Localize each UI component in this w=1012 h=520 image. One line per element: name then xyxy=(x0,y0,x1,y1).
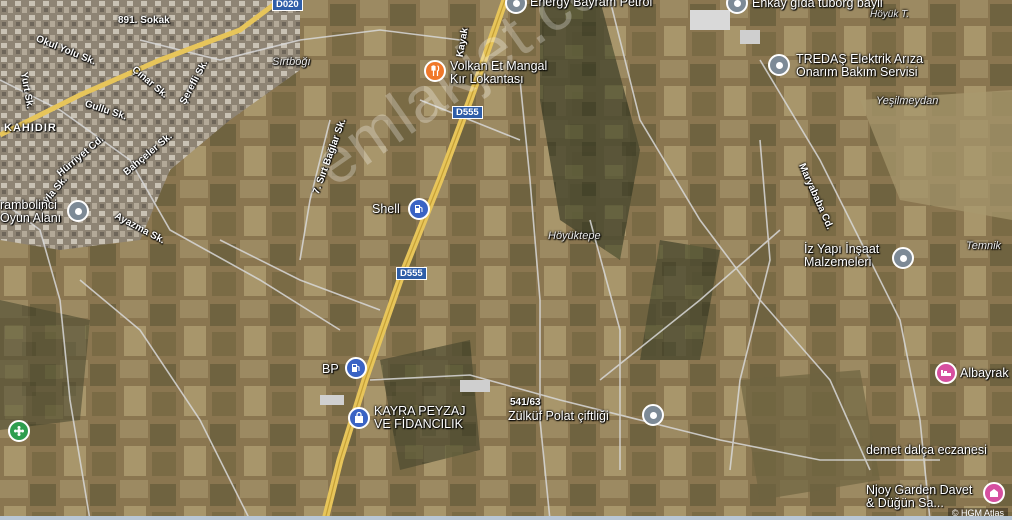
shopping-bag-icon xyxy=(355,412,363,423)
poi-label-zulkuf[interactable]: Zülküf Polat çiftliği xyxy=(508,410,609,423)
venue-icon xyxy=(990,489,998,497)
poi-label-bp[interactable]: BP xyxy=(322,363,339,376)
park-flower-icon xyxy=(14,426,24,436)
place-marker-icon xyxy=(74,207,82,215)
poi-label-demet[interactable]: demet dalça eczanesi xyxy=(866,444,987,457)
bottom-strip xyxy=(0,516,1012,520)
poi-label-kayra[interactable]: KAYRA PEYZAJ VE FİDANCILIK xyxy=(374,405,465,431)
poi-bp[interactable] xyxy=(345,357,367,379)
fuel-station-icon xyxy=(352,364,360,372)
poi-park[interactable] xyxy=(8,420,30,442)
poi-label-line: Oyun Alanı xyxy=(0,211,62,225)
poi-label-albayrak[interactable]: Albayrak xyxy=(960,367,1009,380)
restaurant-icon xyxy=(431,65,440,76)
poi-kayra[interactable] xyxy=(348,407,370,429)
poi-label-line: VE FİDANCILIK xyxy=(374,417,463,431)
poi-shell[interactable] xyxy=(408,198,430,220)
poi-tredas[interactable] xyxy=(768,54,790,76)
place-label: Temnik xyxy=(966,240,1002,252)
poi-label-oyun-alani[interactable]: rambolinci Oyun Alanı xyxy=(0,199,61,225)
hotel-bed-icon xyxy=(941,370,951,376)
poi-njoy[interactable] xyxy=(983,482,1005,504)
road-shield-d555: D555 xyxy=(396,267,427,280)
poi-label-iz-yapi[interactable]: İz Yapı İnşaat Malzemeleri xyxy=(804,243,879,269)
poi-label-line: Malzemeleri xyxy=(804,255,872,269)
place-label: Sırtboğı xyxy=(272,56,311,68)
road-shield-d555: D555 xyxy=(452,106,483,119)
poi-label-volkan[interactable]: Volkan Et Mangal Kır Lokantası xyxy=(450,60,547,86)
poi-label-tredas[interactable]: TREDAŞ Elektrik Arıza Onarım Bakım Servi… xyxy=(796,53,923,79)
place-label: Yeşilmeydan xyxy=(876,95,939,107)
poi-label-energy[interactable]: Energy Bayram Petrol xyxy=(530,0,652,9)
poi-iz-yapi[interactable] xyxy=(892,247,914,269)
place-marker-icon xyxy=(512,0,520,7)
poi-zulkuf[interactable] xyxy=(642,404,664,426)
poi-label-shell[interactable]: Shell xyxy=(372,203,400,216)
poi-label-line: Onarım Bakım Servisi xyxy=(796,65,918,79)
poi-label-enkay[interactable]: Enkay gıda tuborg bayii xyxy=(752,0,883,10)
poi-label-line: Kır Lokantası xyxy=(450,72,524,86)
fuel-station-icon xyxy=(415,205,423,213)
poi-oyun-alani[interactable] xyxy=(67,200,89,222)
poi-albayrak[interactable] xyxy=(935,362,957,384)
road-shield-d020: D020 xyxy=(272,0,303,11)
map-canvas[interactable]: emlakjet.com D020 D555 D555 891. Sokak O… xyxy=(0,0,1012,520)
poi-volkan[interactable] xyxy=(424,60,446,82)
place-marker-icon xyxy=(733,0,741,7)
place-label: Höyüktepe xyxy=(548,230,601,242)
town-label: KAHIDIR xyxy=(4,122,57,134)
poi-label-njoy[interactable]: Njoy Garden Davet & Düğün Sa... xyxy=(866,484,972,510)
place-marker-icon xyxy=(649,411,657,419)
street-label: 891. Sokak xyxy=(118,15,170,26)
place-marker-icon xyxy=(775,61,783,69)
place-marker-icon xyxy=(899,254,907,262)
parcel-label: 541/63 xyxy=(510,397,541,408)
